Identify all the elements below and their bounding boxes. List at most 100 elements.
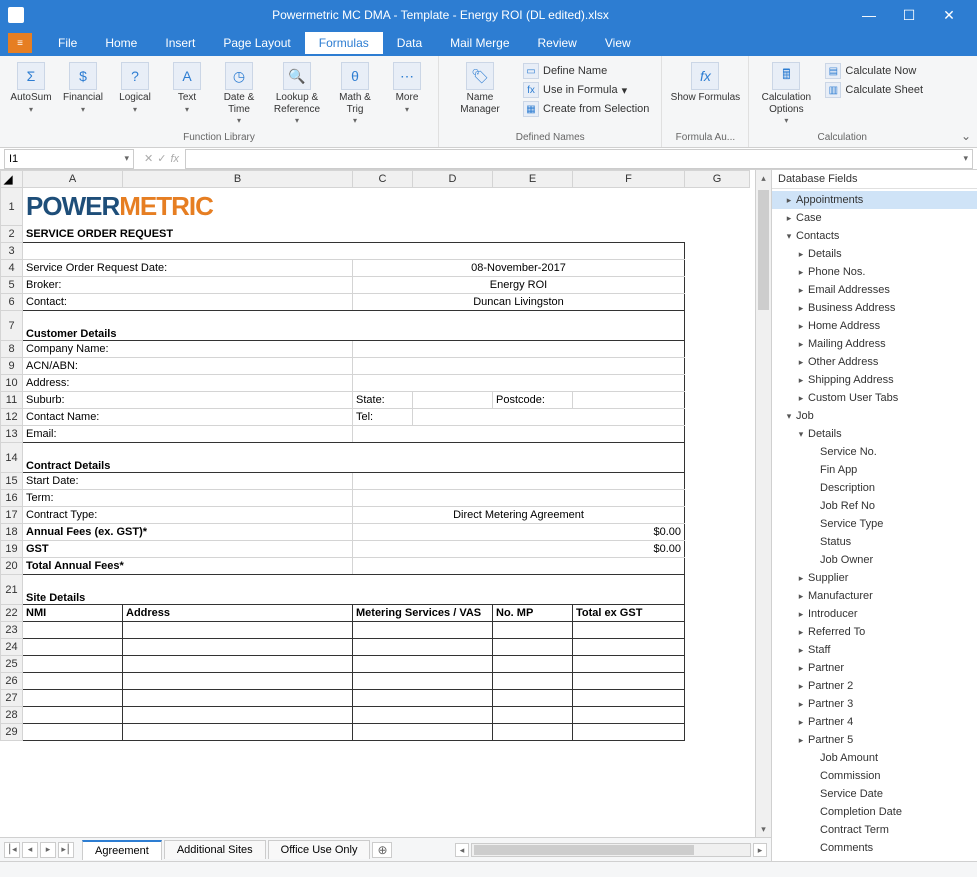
tree-other-address[interactable]: ▸Other Address: [772, 353, 977, 371]
menu-data[interactable]: Data: [383, 32, 436, 54]
col-header[interactable]: E: [493, 171, 573, 188]
col-header[interactable]: F: [573, 171, 685, 188]
tree-completion-date[interactable]: Completion Date: [772, 803, 977, 821]
math-trig-button[interactable]: θMath & Trig▾: [330, 60, 380, 129]
minimize-button[interactable]: —: [849, 0, 889, 30]
tree-commission[interactable]: Commission: [772, 767, 977, 785]
tree-supplier[interactable]: ▸Supplier: [772, 569, 977, 587]
tree-status[interactable]: Status: [772, 533, 977, 551]
tree-job-amount[interactable]: Job Amount: [772, 749, 977, 767]
tree-service-type[interactable]: Service Type: [772, 515, 977, 533]
select-all-corner[interactable]: ◢: [1, 171, 23, 188]
tab-next-button[interactable]: ▸: [40, 842, 56, 858]
name-manager-button[interactable]: 🏷Name Manager: [445, 60, 515, 117]
calculate-sheet-button[interactable]: ▥Calculate Sheet: [821, 81, 927, 99]
scroll-up-icon[interactable]: ▴: [756, 170, 771, 186]
tree-case[interactable]: ▸Case: [772, 209, 977, 227]
tree-job-owner[interactable]: Job Owner: [772, 551, 977, 569]
tree-partner3[interactable]: ▸Partner 3: [772, 695, 977, 713]
tree-job-ref-no[interactable]: Job Ref No: [772, 497, 977, 515]
hscroll-right-icon[interactable]: ▸: [753, 843, 767, 857]
tree-referred-to[interactable]: ▸Referred To: [772, 623, 977, 641]
spreadsheet-grid[interactable]: ◢ A B C D E F G 1POWERMETRIC 2SERVICE OR…: [0, 170, 750, 741]
tree-contacts[interactable]: ▾Contacts: [772, 227, 977, 245]
expand-formula-icon[interactable]: ▾: [963, 153, 968, 164]
menu-page-layout[interactable]: Page Layout: [209, 32, 304, 54]
tree-job-details[interactable]: ▾Details: [772, 425, 977, 443]
tree-contact-phone[interactable]: Contact Phone: [772, 857, 977, 861]
accept-formula-icon[interactable]: ✓: [157, 152, 166, 165]
tree-manufacturer[interactable]: ▸Manufacturer: [772, 587, 977, 605]
logical-button[interactable]: ?Logical▾: [110, 60, 160, 117]
tab-additional-sites[interactable]: Additional Sites: [164, 840, 266, 859]
menu-file[interactable]: File: [44, 32, 91, 54]
tree-appointments[interactable]: ▸Appointments: [772, 191, 977, 209]
tree-comments[interactable]: Comments: [772, 839, 977, 857]
tree-mailing-address[interactable]: ▸Mailing Address: [772, 335, 977, 353]
cancel-formula-icon[interactable]: ✕: [144, 152, 153, 165]
tree-custom-user-tabs[interactable]: ▸Custom User Tabs: [772, 389, 977, 407]
calculation-options-button[interactable]: 🖩Calculation Options▾: [755, 60, 817, 129]
tree-contacts-details[interactable]: ▸Details: [772, 245, 977, 263]
col-header[interactable]: A: [23, 171, 123, 188]
financial-button[interactable]: $Financial▾: [58, 60, 108, 117]
tree-staff[interactable]: ▸Staff: [772, 641, 977, 659]
database-fields-tree[interactable]: ▸Appointments ▸Case ▾Contacts ▸Details ▸…: [772, 189, 977, 861]
menu-review[interactable]: Review: [524, 32, 591, 54]
tree-phone-nos[interactable]: ▸Phone Nos.: [772, 263, 977, 281]
tree-partner[interactable]: ▸Partner: [772, 659, 977, 677]
lookup-reference-button[interactable]: 🔍Lookup & Reference▾: [266, 60, 328, 129]
menu-insert[interactable]: Insert: [151, 32, 209, 54]
use-in-formula-button[interactable]: fxUse in Formula ▾: [519, 81, 653, 99]
text-button[interactable]: AText▾: [162, 60, 212, 117]
tree-contract-term[interactable]: Contract Term: [772, 821, 977, 839]
show-formulas-button[interactable]: fxShow Formulas: [668, 60, 742, 106]
tab-prev-button[interactable]: ◂: [22, 842, 38, 858]
tree-business-address[interactable]: ▸Business Address: [772, 299, 977, 317]
scroll-thumb[interactable]: [758, 190, 769, 310]
close-button[interactable]: ✕: [929, 0, 969, 30]
more-functions-button[interactable]: ⋯More▾: [382, 60, 432, 117]
maximize-button[interactable]: ☐: [889, 0, 929, 30]
collapse-ribbon-icon[interactable]: ⌄: [961, 129, 971, 143]
tree-fin-app[interactable]: Fin App: [772, 461, 977, 479]
tree-introducer[interactable]: ▸Introducer: [772, 605, 977, 623]
tab-office-use-only[interactable]: Office Use Only: [268, 840, 371, 859]
scroll-down-icon[interactable]: ▾: [756, 821, 771, 837]
tab-first-button[interactable]: ⎮◂: [4, 842, 20, 858]
tree-service-date[interactable]: Service Date: [772, 785, 977, 803]
formula-input[interactable]: ▾: [185, 149, 973, 169]
fx-icon[interactable]: fx: [170, 153, 179, 165]
tree-home-address[interactable]: ▸Home Address: [772, 317, 977, 335]
question-icon: ?: [121, 62, 149, 90]
col-header[interactable]: G: [685, 171, 750, 188]
tab-agreement[interactable]: Agreement: [82, 840, 162, 860]
create-from-selection-button[interactable]: ▦Create from Selection: [519, 100, 653, 118]
col-header[interactable]: D: [413, 171, 493, 188]
tree-partner4[interactable]: ▸Partner 4: [772, 713, 977, 731]
calculate-now-button[interactable]: ▤Calculate Now: [821, 62, 927, 80]
name-box[interactable]: I1▾: [4, 149, 134, 169]
autosum-button[interactable]: ΣAutoSum▾: [6, 60, 56, 117]
tree-job[interactable]: ▾Job: [772, 407, 977, 425]
tree-shipping-address[interactable]: ▸Shipping Address: [772, 371, 977, 389]
tree-email-addresses[interactable]: ▸Email Addresses: [772, 281, 977, 299]
menu-formulas[interactable]: Formulas: [305, 32, 383, 54]
date-time-button[interactable]: ◷Date & Time▾: [214, 60, 264, 129]
tree-partner2[interactable]: ▸Partner 2: [772, 677, 977, 695]
chevron-down-icon[interactable]: ▾: [124, 153, 129, 164]
menu-view[interactable]: View: [591, 32, 645, 54]
tree-partner5[interactable]: ▸Partner 5: [772, 731, 977, 749]
vertical-scrollbar[interactable]: ▴ ▾: [755, 170, 771, 837]
menu-home[interactable]: Home: [91, 32, 151, 54]
horizontal-scrollbar[interactable]: [471, 843, 751, 857]
hscroll-left-icon[interactable]: ◂: [455, 843, 469, 857]
tab-last-button[interactable]: ▸⎮: [58, 842, 74, 858]
define-name-button[interactable]: ▭Define Name: [519, 62, 653, 80]
new-sheet-button[interactable]: ⊕: [372, 842, 392, 858]
menu-mail-merge[interactable]: Mail Merge: [436, 32, 523, 54]
col-header[interactable]: B: [123, 171, 353, 188]
tree-service-no[interactable]: Service No.: [772, 443, 977, 461]
tree-description[interactable]: Description: [772, 479, 977, 497]
col-header[interactable]: C: [353, 171, 413, 188]
